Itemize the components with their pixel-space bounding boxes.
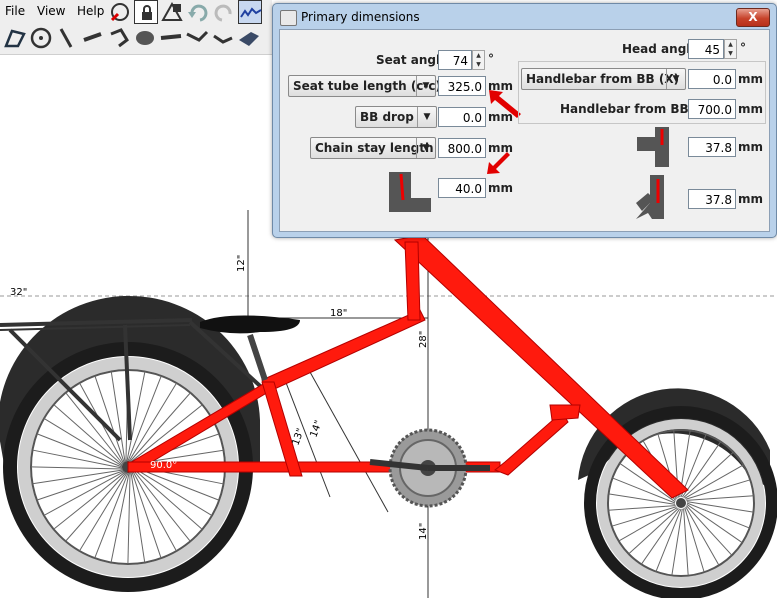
seat-angle-unit: ° [488,52,494,66]
seat-angle-spinner[interactable]: ▲ ▼ [472,50,485,70]
tube-angle-b-field[interactable]: 37.8 [688,189,736,209]
chevron-down-icon: ▼ [416,138,435,158]
frame-lock-icon[interactable] [160,0,184,24]
head-angle-spinner[interactable]: ▲ ▼ [724,39,737,59]
seat-angle-field[interactable]: 74 [438,50,472,70]
seat-tube-length-select[interactable]: Seat tube length (c-c) ▼ [288,75,441,97]
wheel-settings-icon[interactable] [108,0,132,24]
spoke [53,471,126,530]
menu-bar: File View Help [0,0,272,24]
undo-icon[interactable] [186,0,210,24]
handlebar-y-unit: mm [738,102,764,116]
spoke [132,469,191,542]
tube-angle-a-unit: mm [738,140,764,154]
spoke [65,392,124,465]
spoke [127,472,131,565]
dimension-14-lower-label: 14" [418,523,429,540]
spoke [43,417,123,467]
dialog-title: Primary dimensions [301,10,420,24]
wheel-icon[interactable] [29,26,53,50]
dimension-18-label: 18" [330,308,347,319]
head-angle-field[interactable]: 45 [688,39,724,59]
dimension-32-label: 32" [10,287,27,298]
app-icon [280,10,297,26]
dimension-14-label: 14" [308,419,324,439]
bb-drop-label: BB drop [360,110,414,124]
spoke [36,433,123,468]
chain-stay-length-select[interactable]: Chain stay length ▼ [310,137,436,159]
handlebar-x-label: Handlebar from BB (X) [526,72,680,86]
saddle-icon[interactable] [237,26,261,50]
crank-icon[interactable] [81,26,105,50]
chevron-down-icon: ▼ [417,107,436,127]
dialog-body: Seat angle 74 ▲ ▼ ° Seat tube length (c-c… [279,29,770,232]
handlebar-x-select[interactable]: Handlebar from BB (X) ▼ [521,68,686,90]
handlebar-icon[interactable] [185,26,209,50]
bb-drop-select[interactable]: BB drop ▼ [355,106,437,128]
seat-tube-dimension-line-2 [309,371,389,513]
parts-toolbar [0,24,272,55]
arrow-icon [487,152,510,174]
rear-wheel [0,295,260,592]
menu-file[interactable]: File [5,4,25,18]
top-tube-diagram-icon [637,127,669,167]
menu-view[interactable]: View [37,4,65,18]
spoke [133,467,213,517]
chevron-down-icon: ▼ [416,76,435,96]
fork-icon[interactable] [55,26,79,50]
dropout-offset-field[interactable]: 40.0 [438,178,486,198]
chevron-down-icon: ▼ [666,69,685,89]
handlebar-x-unit: mm [738,72,764,86]
chain-ring-icon[interactable] [107,26,131,50]
graph-icon[interactable] [238,0,262,24]
redo-icon[interactable] [212,0,236,24]
bb-drop-field[interactable]: 0.0 [438,107,486,127]
frame-icon[interactable] [3,26,27,50]
head-angle-unit: ° [740,41,746,55]
spoke [78,472,128,552]
pedal-icon[interactable] [159,26,183,50]
dimension-12-label: 12" [236,255,247,272]
spoke [32,469,123,485]
cassette-icon[interactable] [133,26,157,50]
seat-tube-length-field[interactable]: 325.0 [438,76,486,96]
handlebar-y-field[interactable]: 700.0 [688,99,736,119]
tube-angle-a-field[interactable]: 37.8 [688,137,736,157]
dimension-28-label: 28" [418,331,429,348]
dropout-offset-unit: mm [488,181,514,195]
angle-label: 90.0° [150,460,177,471]
spoke [130,472,146,563]
spoke [110,371,126,462]
lock-icon[interactable] [134,0,158,24]
stem-icon[interactable] [211,26,235,50]
tube-angle-b-unit: mm [738,192,764,206]
spoke [94,472,129,559]
dropout-diagram-icon [389,172,431,212]
dimension-13-label: 13" [290,427,306,447]
handlebar-x-field[interactable]: 0.0 [688,69,736,89]
chain-stay-length-field[interactable]: 800.0 [438,138,486,158]
down-tube-diagram-icon [636,175,664,219]
spoke [30,466,123,470]
primary-dimensions-dialog: Primary dimensions X Seat angle 74 ▲ ▼ ° … [272,3,777,238]
menu-help[interactable]: Help [77,4,104,18]
close-button[interactable]: X [736,8,770,27]
